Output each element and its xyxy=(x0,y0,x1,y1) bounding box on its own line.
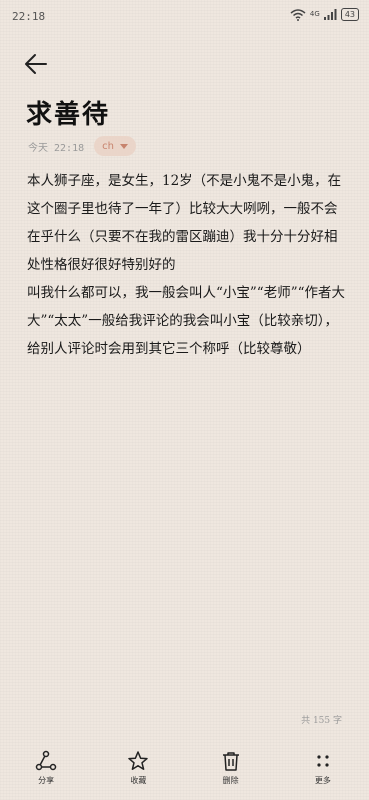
battery-indicator: 43 xyxy=(340,8,359,21)
wifi-icon xyxy=(290,8,306,21)
more-dots-icon xyxy=(317,755,329,767)
status-bar: 22:18 4G 43 xyxy=(0,0,369,34)
note-body[interactable]: 本人狮子座，是女生，12岁（不是小鬼不是小鬼，在这个圈子里也待了一年了）比较大大… xyxy=(27,167,345,363)
note-date: 今天 22:18 xyxy=(28,142,85,154)
delete-button[interactable]: 删除 xyxy=(185,750,277,800)
category-dropdown[interactable]: ch xyxy=(94,136,136,156)
status-time: 22:18 xyxy=(12,10,46,23)
back-arrow-icon[interactable] xyxy=(20,48,52,80)
share-icon xyxy=(35,750,57,771)
category-label: ch xyxy=(102,140,114,152)
favorite-label: 收藏 xyxy=(130,776,147,785)
favorite-button[interactable]: 收藏 xyxy=(92,750,184,800)
share-button[interactable]: 分享 xyxy=(0,750,92,800)
more-label: 更多 xyxy=(314,776,331,785)
caret-down-icon xyxy=(119,143,128,149)
bottom-toolbar: 分享 收藏 删除 更多 xyxy=(0,750,369,800)
share-label: 分享 xyxy=(38,776,55,785)
more-button[interactable]: 更多 xyxy=(277,750,369,800)
note-meta: 今天 22:18 ch xyxy=(28,136,136,156)
delete-label: 删除 xyxy=(222,776,239,785)
signal-icon xyxy=(323,9,337,20)
note-paragraph: 本人狮子座，是女生，12岁（不是小鬼不是小鬼，在这个圈子里也待了一年了）比较大大… xyxy=(27,173,342,273)
note-paragraph: 叫我什么都可以，我一般会叫人“小宝”“老师”“作者大大”“太太”一般给我评论的我… xyxy=(27,285,346,357)
trash-icon xyxy=(222,752,239,771)
network-type: 4G xyxy=(309,10,320,18)
word-count: 共 155 字 xyxy=(301,716,342,726)
star-icon xyxy=(128,751,149,770)
status-icons: 4G 43 xyxy=(290,8,359,21)
note-title[interactable]: 求善待 xyxy=(26,94,110,131)
